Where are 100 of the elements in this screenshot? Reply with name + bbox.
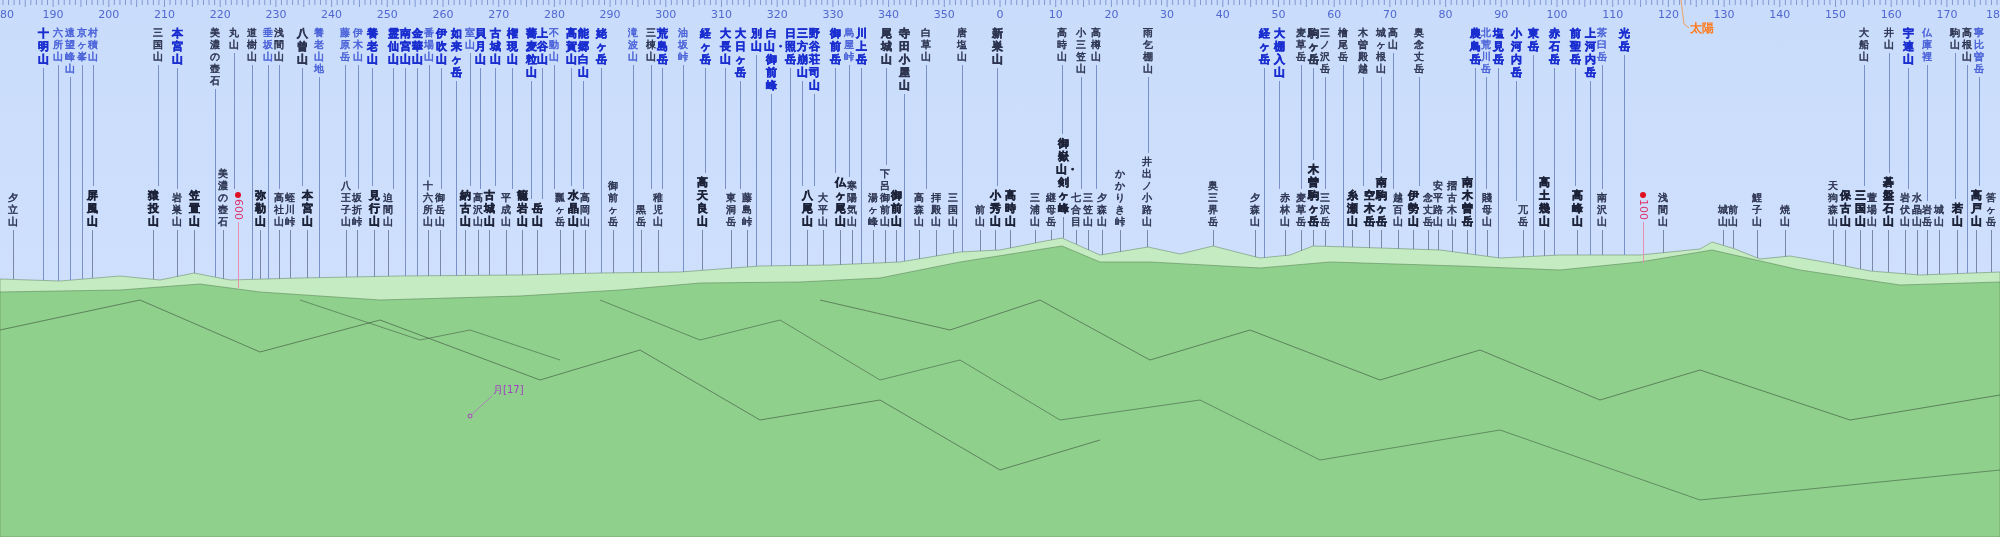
moon-label: 月[17] [493,384,524,396]
peak-label: 瓢ヶ岳 [554,192,566,228]
peak-label: 大船山 [1858,27,1870,63]
scale-label: 170 [1936,9,1958,21]
leader-line [1324,230,1326,247]
leader-line [612,230,614,273]
peak-label: 尾城山 [879,27,893,66]
peak-label: 高山 [1387,27,1399,51]
peak-label: 麦草岳 [1295,192,1307,228]
leader-line [935,230,937,256]
peak-label: 笠置山 [187,189,201,228]
peak-label: 京ヶ峯 [76,27,88,63]
leader-line [289,230,291,279]
leader-line [584,230,586,274]
peak-label: 前山 [1727,204,1739,228]
peak-label: 水晶山 [566,189,580,228]
peak-label: 不動山 [548,27,560,63]
scale-label: 70 [1382,9,1397,21]
peak-label: 伊木山 [352,27,364,63]
peak-label: 井出ノ小路山 [1141,156,1153,228]
leader-line [1397,230,1399,249]
peak-label: 拝殿山 [930,192,942,228]
leader-line [1844,230,1846,266]
leader-line [1101,230,1103,255]
peak-label: 御前山 [889,189,903,228]
peak-label: 高土幾山 [1537,176,1551,228]
peak-label: 仏ヶ尾山 [833,176,847,228]
sun-label: 太陽 [1690,21,1714,35]
peak-label: 美濃の壺石 [209,27,221,87]
peak-label: 塩見岳 [1491,27,1505,66]
scale-label: 210 [154,9,175,21]
peak-label: 御前岳 [828,27,842,66]
peak-label: 岩伏山 [1899,192,1911,228]
peak-label: 伊勢山 [1406,189,1420,228]
peak-label: 姥ヶ岳 [594,27,608,66]
peak-label: 養老山地 [313,27,325,75]
peak-label: 経ヶ岳 [1257,27,1271,66]
peak-label: 仏庫裡 [1921,27,1933,63]
peak-label: 権現山 [505,27,519,66]
leader-line [222,230,224,279]
peak-label: 駒山 [1949,27,1961,51]
peak-label: 三棟山 [645,27,656,63]
peak-label: 十六所山 [422,180,434,228]
peak-label: 東岳 [1526,27,1540,53]
leader-line [345,230,347,278]
peak-label: 赤石岳 [1547,27,1561,66]
leader-line [884,230,886,263]
peak-label: 小河内岳 [1509,27,1523,79]
leader-line [1975,230,1977,273]
leader-line [895,230,897,263]
leader-line [1087,230,1089,250]
peak-label: 迫間山 [382,192,394,228]
peak-label: 蕎麦粒山 [524,27,537,79]
peak-label: 霊仙山 [386,27,400,66]
peak-label: 古城山 [482,189,496,228]
scale-label: 300 [655,9,677,21]
peak-label: 高賀山 [564,27,577,66]
scale-label: 80 [1438,9,1453,21]
peak-label: 村積山 [87,27,99,63]
peak-label: 檜尾岳 [1337,27,1349,63]
peak-label: 烏屋峠 [843,27,855,63]
leader-line [1451,230,1453,252]
leader-line [918,230,920,259]
scale-label: 140 [1769,9,1791,21]
leader-line [1938,230,1940,275]
peak-label: 兀岳 [1517,204,1529,228]
leader-line [1312,230,1314,246]
scale-label: 340 [878,9,900,21]
leader-line [91,230,93,279]
scale-label: 240 [321,9,343,21]
scale-label: 60 [1327,9,1342,21]
leader-line [477,230,479,276]
peak-label: 湯ヶ峰 [867,192,879,228]
peak-label: 糸瀬山 [1345,189,1359,228]
peak-label: 別山 [749,27,763,53]
leader-line [1427,230,1429,250]
scale-label: 290 [599,9,621,21]
peak-label: 岳山 [530,202,544,228]
peak-label: 経ヶ岳 [698,27,712,66]
peak-label: 南沢山 [1596,192,1608,228]
peak-label: 弥勒山 [253,189,267,228]
peak-label: 奥念丈岳 [1413,27,1425,75]
peak-label: 雨乞棚山 [1142,27,1154,75]
peak-label: 下呂御前山 [879,168,890,228]
peak-label: 安平路山 [1432,180,1444,228]
peak-label: 岩岳 [1921,204,1933,228]
peak-label: 夕立山 [7,192,19,228]
leader-line [439,230,441,276]
leader-line [1034,230,1036,243]
leader-line [1486,230,1488,257]
scale-label: 110 [1602,9,1624,21]
peak-label: 高天良山 [695,176,709,228]
scale-label: 90 [1494,9,1509,21]
peak-label: 賤母山 [1481,192,1493,228]
peak-label: 夕森山 [1096,192,1108,228]
peak-label: 井山 [1883,27,1895,51]
scale-label: 270 [488,9,510,21]
peak-label: 高戸山 [1969,189,1983,228]
leader-line [657,230,659,273]
peak-label: 八王子山 [340,180,352,228]
